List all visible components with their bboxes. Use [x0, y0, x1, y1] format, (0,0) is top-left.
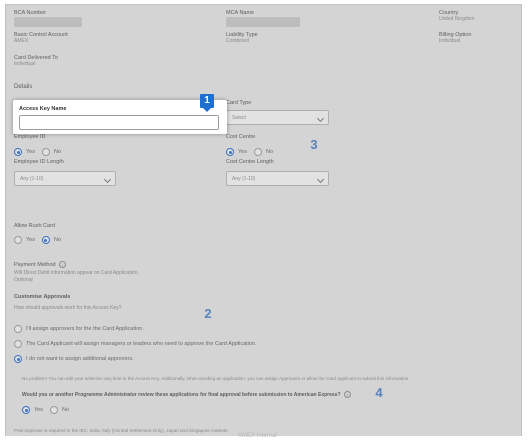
cost-centre-no-radio[interactable] [253, 148, 262, 156]
employee-id-yes-radio[interactable] [14, 148, 22, 156]
employee-id-length-label: Employee ID Length [14, 159, 64, 165]
final-approval-question: Would you or another Programme Administr… [22, 391, 351, 398]
final-approval-no-radio[interactable] [49, 406, 58, 414]
payment-method-note: Will Direct Debit information appear on … [14, 270, 139, 276]
cost-centre-length-label: Cost Centre Length [226, 159, 274, 165]
step-badge-2: 2 [204, 306, 212, 321]
card-delivered-to-value: Individual [14, 61, 36, 67]
employee-id-length-select[interactable]: Any (1-10) [14, 171, 116, 186]
approval-option-2-label: The Card Applicant will assign managers … [26, 341, 257, 347]
step-badge-3: 3 [310, 137, 318, 152]
info-icon[interactable]: i [59, 261, 67, 268]
bca-number-label: BCA Number [14, 10, 47, 16]
access-key-name-input[interactable] [19, 115, 219, 130]
approval-option-2[interactable]: The Card Applicant will assign managers … [14, 340, 257, 348]
approvals-question: How should approvals work for this Acces… [14, 305, 122, 311]
cost-centre-yes-radio[interactable] [226, 148, 234, 156]
billing-option-value: Individual [439, 38, 461, 44]
employee-id-no-label: No [53, 149, 62, 155]
payment-method-value: Optional [14, 277, 33, 283]
card-type-select-value: Select [232, 115, 246, 121]
approval-option-3[interactable]: I do not want to assign additional appro… [14, 355, 134, 363]
chevron-down-icon [103, 175, 112, 184]
step-badge-4: 4 [375, 385, 383, 400]
mca-name-label: MCA Name [226, 10, 255, 16]
approvals-note: No problem! You can edit your selection … [22, 376, 410, 381]
cost-centre-yes-label: Yes [238, 149, 247, 155]
rush-card-yes-label: Yes [26, 237, 35, 243]
cost-centre-radio-group: Yes No [226, 148, 273, 156]
payment-method-label-text: Payment Method [14, 261, 56, 268]
country-value: United Kingdom [439, 16, 475, 22]
employee-id-no-radio[interactable] [41, 148, 50, 156]
bca-number-redacted [14, 17, 82, 27]
chevron-down-icon [316, 114, 325, 123]
employee-id-label: Employee ID [14, 134, 46, 140]
final-approval-yes-label: Yes [34, 407, 43, 413]
details-heading: Details [14, 84, 33, 90]
access-key-name-highlight: Access Key Name [13, 100, 227, 134]
liability-type-value: Combined [226, 38, 249, 44]
payment-method-label: Payment Method i [14, 261, 67, 269]
rush-card-no-label: No [53, 237, 62, 243]
employee-id-radio-group: Yes No [14, 148, 61, 156]
cost-centre-length-value: Any (1-10) [232, 176, 256, 182]
cost-centre-label: Cost Centre [226, 134, 256, 140]
bottom-edge: AMEX Internal [0, 433, 528, 441]
bottom-watermark: AMEX Internal [238, 433, 277, 439]
rush-card-no-radio[interactable] [41, 236, 50, 244]
final-approval-question-text: Would you or another Programme Administr… [22, 391, 341, 398]
approval-option-1-label: I'll assign approvers for the the Card A… [26, 326, 144, 332]
cost-centre-length-select[interactable]: Any (1-10) [226, 171, 329, 186]
customise-approvals-heading: Customise Approvals [14, 294, 71, 300]
access-key-name-label: Access Key Name [19, 106, 67, 112]
employee-id-yes-label: Yes [26, 149, 35, 155]
final-approval-no-label: No [61, 407, 70, 413]
chevron-down-icon [316, 175, 325, 184]
access-key-form: BCA Number MCA Name Country United Kingd… [5, 4, 522, 441]
rush-card-radio-group: Yes No [14, 236, 61, 244]
approval-option-3-label: I do not want to assign additional appro… [26, 356, 134, 362]
basic-control-account-value: AMEX [14, 38, 29, 44]
footer-note: Post Approver is required in the IEC, In… [14, 428, 228, 433]
approval-option-3-radio[interactable] [14, 355, 22, 363]
rush-card-yes-radio[interactable] [14, 236, 22, 244]
cost-centre-no-label: No [265, 149, 274, 155]
step-badge-1: 1 [200, 94, 214, 108]
final-approval-radio-group: Yes No [22, 406, 69, 414]
info-icon[interactable]: i [343, 391, 351, 398]
card-type-label: Card Type [226, 100, 252, 106]
approval-option-2-radio[interactable] [14, 340, 22, 348]
card-type-select[interactable]: Select [226, 110, 329, 125]
allow-rush-card-label: Allow Rush Card [14, 223, 55, 229]
final-approval-yes-radio[interactable] [22, 406, 30, 414]
employee-id-length-value: Any (1-10) [20, 176, 44, 182]
step-badge-1-pointer [203, 108, 211, 112]
approval-option-1[interactable]: I'll assign approvers for the the Card A… [14, 325, 144, 333]
mca-name-redacted [226, 17, 300, 27]
approval-option-1-radio[interactable] [14, 325, 22, 333]
